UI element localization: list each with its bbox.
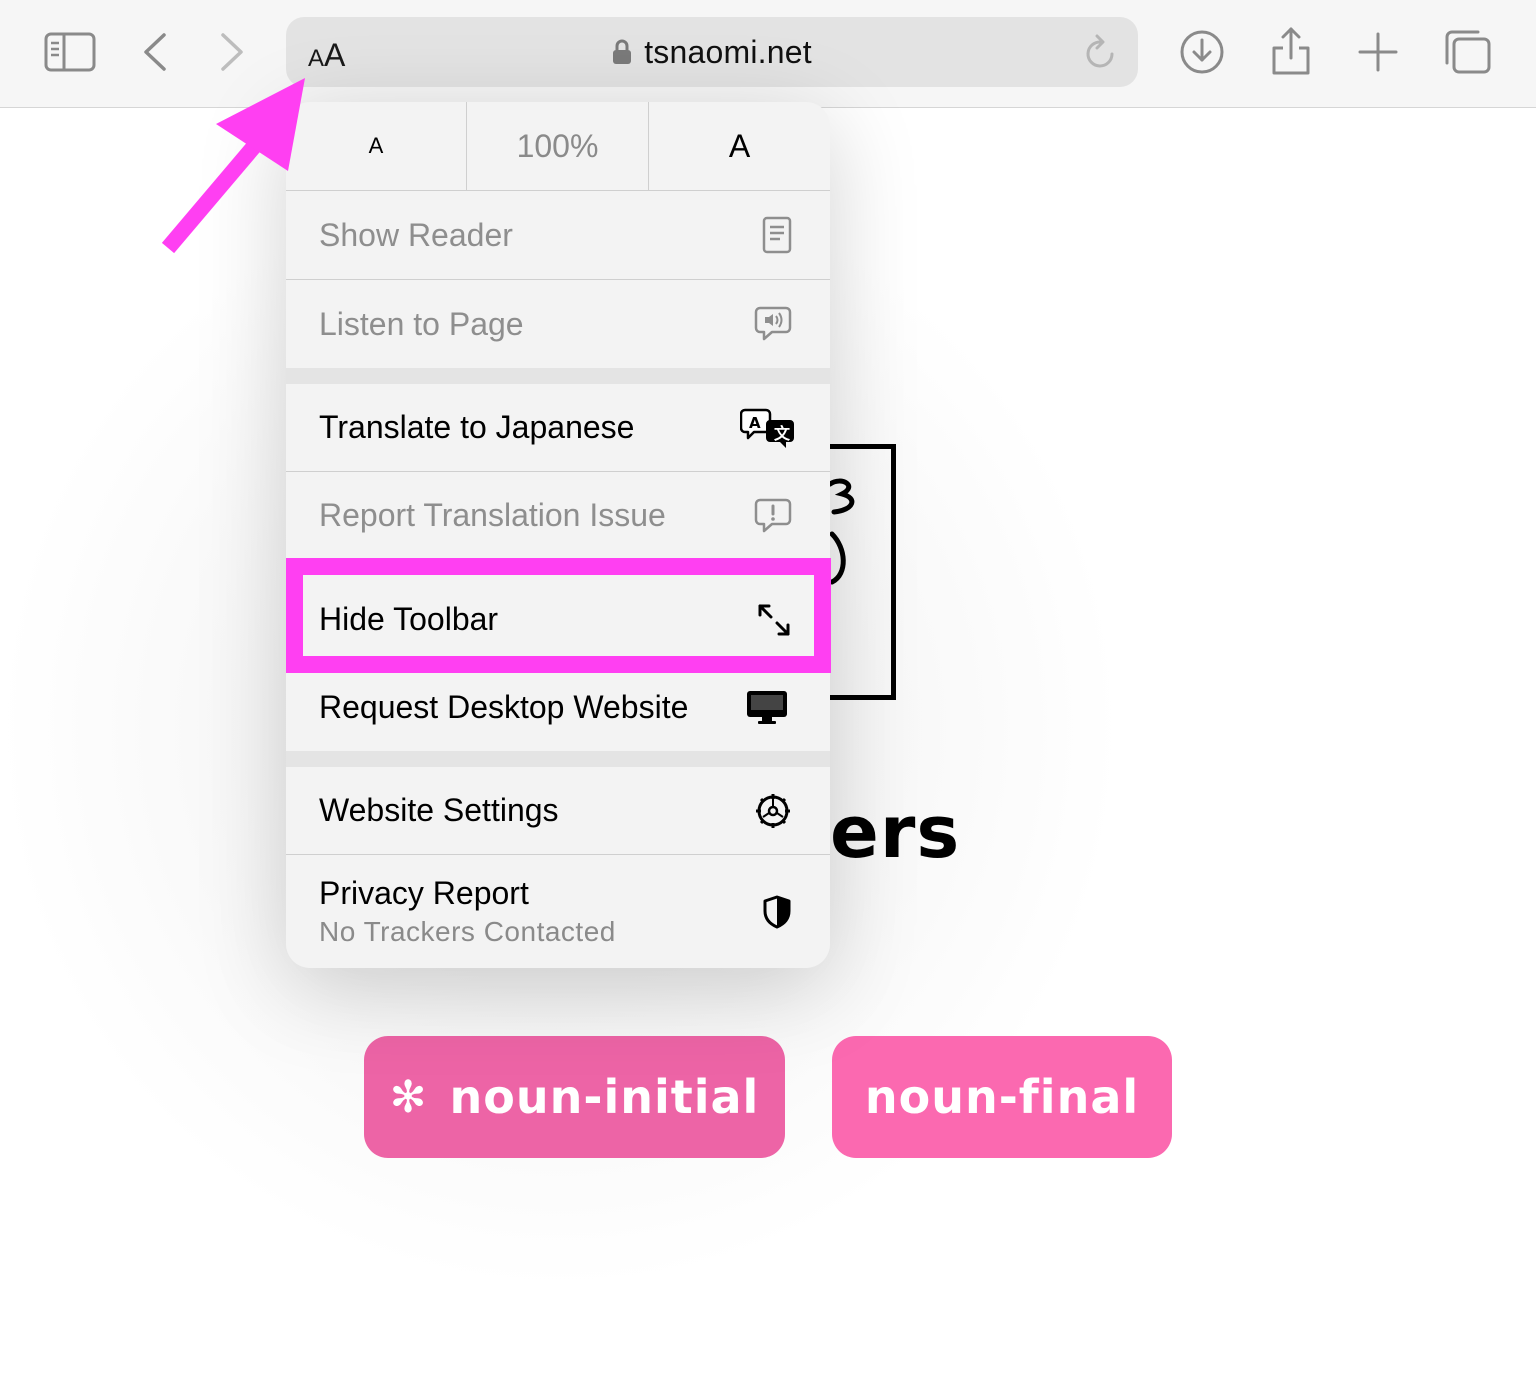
shield-icon [762,895,792,929]
menu-item-label: Privacy Report [319,875,529,911]
reload-icon[interactable] [1084,34,1118,75]
browser-toolbar: A A tsnaomi.net [0,0,1536,108]
zoom-controls: A 100% A [286,102,830,191]
noun-initial-label: noun-initial [449,1070,760,1124]
zoom-level[interactable]: 100% [467,102,649,190]
menu-item-website-settings[interactable]: Website Settings [286,767,830,854]
decrease-text-size-button[interactable]: A [286,102,467,190]
desktop-icon [746,690,788,726]
download-icon[interactable] [1179,29,1225,75]
noun-final-label: noun-final [864,1070,1140,1124]
menu-section-gap [286,751,830,767]
share-icon[interactable] [1270,26,1312,76]
page-heading-fragment: ers [830,790,961,874]
menu-item-sublabel: No Trackers Contacted [319,916,616,947]
chevron-right-icon[interactable] [217,32,247,72]
menu-item-report-translation-issue[interactable]: Report Translation Issue [286,472,830,559]
illustration-doodle [824,478,864,595]
noun-initial-button[interactable]: ✻ noun-initial [364,1036,785,1158]
menu-item-label: Hide Toolbar [319,601,499,637]
menu-item-hide-toolbar[interactable]: Hide Toolbar [286,576,830,663]
sidebar-icon[interactable] [44,32,96,72]
url-text: tsnaomi.net [644,33,812,70]
menu-item-label-group: Privacy Report No Trackers Contacted [319,875,830,948]
increase-text-size-button[interactable]: A [649,102,830,190]
menu-item-request-desktop-website[interactable]: Request Desktop Website [286,664,830,751]
translate-icon: A文 [740,408,796,448]
menu-item-translate[interactable]: Translate to Japanese A文 [286,384,830,471]
page-menu: A 100% A Show Reader Listen to Page Tran… [286,102,830,968]
menu-item-privacy-report[interactable]: Privacy Report No Trackers Contacted [286,855,830,968]
menu-item-show-reader[interactable]: Show Reader [286,191,830,279]
plus-icon[interactable] [1358,32,1398,72]
lock-icon [612,39,632,65]
menu-section-gap [286,368,830,384]
svg-text:文: 文 [774,424,791,443]
speaker-bubble-icon [754,306,792,342]
address-bar[interactable]: A A tsnaomi.net [286,17,1138,87]
svg-text:A: A [749,414,761,432]
url-display[interactable]: tsnaomi.net [286,17,1138,87]
tabs-icon[interactable] [1444,29,1492,75]
reader-icon [762,216,792,254]
asterisk-marker-icon: ✻ [389,1071,428,1123]
noun-final-button[interactable]: noun-final [832,1036,1172,1158]
menu-item-listen-to-page[interactable]: Listen to Page [286,280,830,368]
expand-arrows-icon [756,602,792,638]
gear-icon [754,792,792,830]
menu-item-label: Show Reader [319,216,513,253]
exclamation-bubble-icon [754,498,792,534]
chevron-left-icon[interactable] [140,32,170,72]
